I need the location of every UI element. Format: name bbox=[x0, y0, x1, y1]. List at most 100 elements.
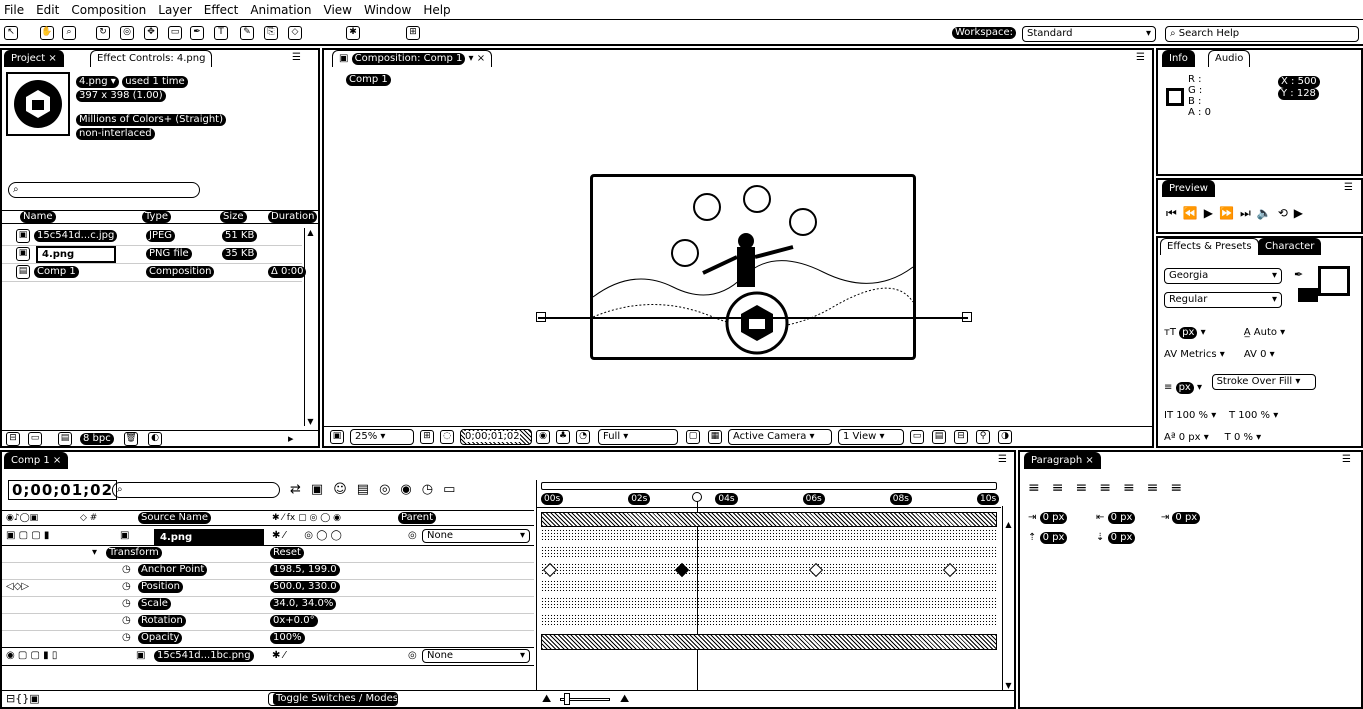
menu-item-edit[interactable]: Edit bbox=[36, 3, 59, 17]
zoom-slider-handle[interactable] bbox=[564, 693, 570, 705]
menu-item-composition[interactable]: Composition bbox=[71, 3, 146, 17]
layer-row[interactable]: ▣ ▢ ▢ ▮ ▣ 4.png ✱ ⁄ ◎ ◯ ◯ ◎ None ▾ bbox=[2, 528, 534, 546]
property-row[interactable]: ◁◇▷ ◷ Position 500.0, 330.0 bbox=[2, 579, 534, 597]
loop-icon[interactable]: ⟲ bbox=[1278, 206, 1294, 220]
camera-tool-icon[interactable]: ◎ bbox=[120, 26, 134, 40]
column-type[interactable]: Type bbox=[142, 211, 171, 223]
time-graph[interactable]: 00s 02s 04s 06s 08s 10s bbox=[536, 480, 1002, 690]
vertical-scale-value[interactable]: 100 % bbox=[1176, 410, 1208, 421]
color-channel-icon[interactable]: ◔ bbox=[576, 430, 590, 444]
menu-item-window[interactable]: Window bbox=[364, 3, 411, 17]
interpret-footage-icon[interactable]: ⊟ bbox=[6, 432, 20, 446]
camera-select[interactable]: Active Camera ▾ bbox=[728, 429, 832, 445]
property-value[interactable]: 0x+0.0° bbox=[270, 615, 318, 627]
chevron-right-icon[interactable]: ▸ bbox=[288, 432, 294, 445]
timeline-icon[interactable]: ⊟ bbox=[954, 430, 968, 444]
pen-tool-icon[interactable]: ✒ bbox=[190, 26, 204, 40]
motion-path[interactable] bbox=[538, 317, 968, 319]
project-search-input[interactable]: ⌕ bbox=[8, 182, 200, 198]
space-after-value[interactable]: 0 px bbox=[1107, 532, 1136, 544]
layer-switch-icons[interactable]: ◉ ▢ ▢ ▮ ▯ bbox=[6, 648, 57, 664]
column-size[interactable]: Size bbox=[220, 211, 247, 223]
toggle-switches-modes-button[interactable]: Toggle Switches / Modes bbox=[268, 692, 398, 706]
baseline-shift-value[interactable]: 0 px bbox=[1179, 432, 1201, 443]
font-size-value[interactable]: px bbox=[1179, 327, 1198, 339]
layer-mode-icons[interactable]: ✱ ⁄ bbox=[272, 648, 285, 664]
kerning-value[interactable]: Metrics bbox=[1180, 349, 1216, 360]
last-frame-icon[interactable]: ⏭ bbox=[1240, 206, 1257, 220]
layer-name[interactable]: 15c541d...1bc.png bbox=[154, 650, 254, 662]
property-value[interactable]: 100% bbox=[270, 632, 305, 644]
toggle-pixel-aspect-icon[interactable]: ▭ bbox=[910, 430, 924, 444]
eyedropper-icon[interactable]: ✒ bbox=[1294, 268, 1303, 281]
property-row[interactable]: ◷ Rotation 0x+0.0° bbox=[2, 613, 534, 631]
layer-row[interactable]: ◉ ▢ ▢ ▮ ▯ ▣ 15c541d...1bc.png ✱ ⁄ ◎ None… bbox=[2, 647, 534, 666]
leading-value[interactable]: Auto bbox=[1254, 327, 1277, 338]
menu-item-layer[interactable]: Layer bbox=[158, 3, 191, 17]
property-row[interactable]: ◷ Opacity 100% bbox=[2, 630, 534, 648]
frame-blending-icon[interactable]: ▤ bbox=[357, 482, 379, 497]
grid-icon[interactable]: ⊞ bbox=[420, 430, 434, 444]
exposure-icon[interactable]: ◑ bbox=[998, 430, 1012, 444]
resolution-select[interactable]: Full ▾ bbox=[598, 429, 678, 445]
list-item[interactable]: ▤ Comp 1 Composition Δ 0:00 bbox=[2, 264, 307, 282]
axis-icon[interactable]: ⊞ bbox=[406, 26, 420, 40]
scroll-down-icon[interactable]: ▼ bbox=[1003, 681, 1014, 690]
asset-name[interactable]: 4.png ▾ bbox=[76, 76, 119, 88]
tab-composition[interactable]: ▣ Composition: Comp 1 ▾ × bbox=[332, 50, 493, 67]
composition-viewer[interactable] bbox=[590, 174, 916, 360]
stopwatch-icon[interactable]: ◷ bbox=[122, 579, 131, 595]
menu-item-animation[interactable]: Animation bbox=[250, 3, 311, 17]
scroll-up-icon[interactable]: ▲ bbox=[305, 228, 316, 237]
align-right-icon[interactable]: ≡ bbox=[1075, 480, 1099, 496]
indent-right-value[interactable]: 0 px bbox=[1107, 512, 1136, 524]
layer-duration-bar[interactable] bbox=[541, 634, 997, 650]
stroke-type-select[interactable]: Stroke Over Fill ▾ bbox=[1211, 374, 1316, 390]
time-ruler[interactable]: 00s 02s 04s 06s 08s 10s bbox=[537, 480, 1001, 508]
indent-left-value[interactable]: 0 px bbox=[1039, 512, 1068, 524]
parent-select[interactable]: None ▾ bbox=[422, 529, 530, 543]
property-row[interactable]: ◷ Scale 34.0, 34.0% bbox=[2, 596, 534, 614]
scroll-up-icon[interactable]: ▲ bbox=[1003, 520, 1014, 529]
workspace-select[interactable]: Standard ▾ bbox=[1022, 26, 1156, 42]
comp-breadcrumb[interactable]: Comp 1 bbox=[346, 74, 391, 86]
parent-pickwhip-icon[interactable]: ◎ bbox=[408, 528, 417, 544]
ram-preview-icon[interactable]: ▶ bbox=[1294, 206, 1309, 220]
justify-center-icon[interactable]: ≡ bbox=[1123, 480, 1147, 496]
hand-tool-icon[interactable]: ✋ bbox=[40, 26, 54, 40]
footer-icons[interactable]: ⊟{}▣ bbox=[6, 692, 40, 705]
column-duration[interactable]: Duration bbox=[268, 211, 318, 223]
justify-right-icon[interactable]: ≡ bbox=[1147, 480, 1171, 496]
playhead-handle[interactable] bbox=[692, 492, 702, 502]
fast-previews-icon[interactable]: ▤ bbox=[932, 430, 946, 444]
selection-tool-icon[interactable]: ↖ bbox=[4, 26, 18, 40]
work-area-bar[interactable] bbox=[541, 482, 997, 490]
justify-left-icon[interactable]: ≡ bbox=[1099, 480, 1123, 496]
parent-pickwhip-icon[interactable]: ◎ bbox=[408, 648, 417, 664]
trash-icon[interactable]: 🗑 bbox=[124, 432, 138, 446]
list-item[interactable]: ▣ 15c541d...c.jpg JPEG 51 KB bbox=[2, 228, 302, 246]
stopwatch-icon[interactable]: ◷ bbox=[122, 630, 131, 646]
timeline-scrollbar[interactable]: ▲ ▼ bbox=[1002, 506, 1014, 690]
play-icon[interactable]: ▶ bbox=[1204, 206, 1219, 220]
comp-mini-flowchart-icon[interactable]: ⇄ bbox=[290, 482, 311, 497]
panel-menu-icon[interactable]: ☰ bbox=[998, 454, 1007, 465]
eraser-tool-icon[interactable]: ◇ bbox=[288, 26, 302, 40]
hide-shy-layers-icon[interactable]: ☺ bbox=[333, 482, 357, 497]
font-family-select[interactable]: Georgia ▾ bbox=[1164, 268, 1282, 284]
panel-menu-icon[interactable]: ☰ bbox=[1344, 182, 1353, 193]
graph-editor-icon[interactable]: ◷ bbox=[422, 482, 443, 497]
comment-icon[interactable]: ▭ bbox=[443, 482, 465, 497]
keyframe-navigator-icons[interactable]: ◁◇▷ bbox=[6, 579, 29, 595]
search-help-input[interactable]: ⌕ Search Help bbox=[1165, 26, 1359, 42]
layer-mode-icons[interactable]: ✱ ⁄ ◎ ◯ ◯ bbox=[272, 528, 342, 544]
tab-paragraph[interactable]: Paragraph × bbox=[1024, 452, 1101, 469]
tab-info[interactable]: Info bbox=[1162, 50, 1195, 67]
font-style-select[interactable]: Regular ▾ bbox=[1164, 292, 1282, 308]
flowchart-icon[interactable]: ⚲ bbox=[976, 430, 990, 444]
fill-color-swatch[interactable] bbox=[1318, 266, 1350, 296]
rectangle-tool-icon[interactable]: ▭ bbox=[168, 26, 182, 40]
audio-icon[interactable]: 🔈 bbox=[1257, 206, 1278, 220]
first-frame-icon[interactable]: ⏮ bbox=[1166, 206, 1183, 220]
tab-timeline[interactable]: Comp 1 × bbox=[4, 452, 69, 469]
